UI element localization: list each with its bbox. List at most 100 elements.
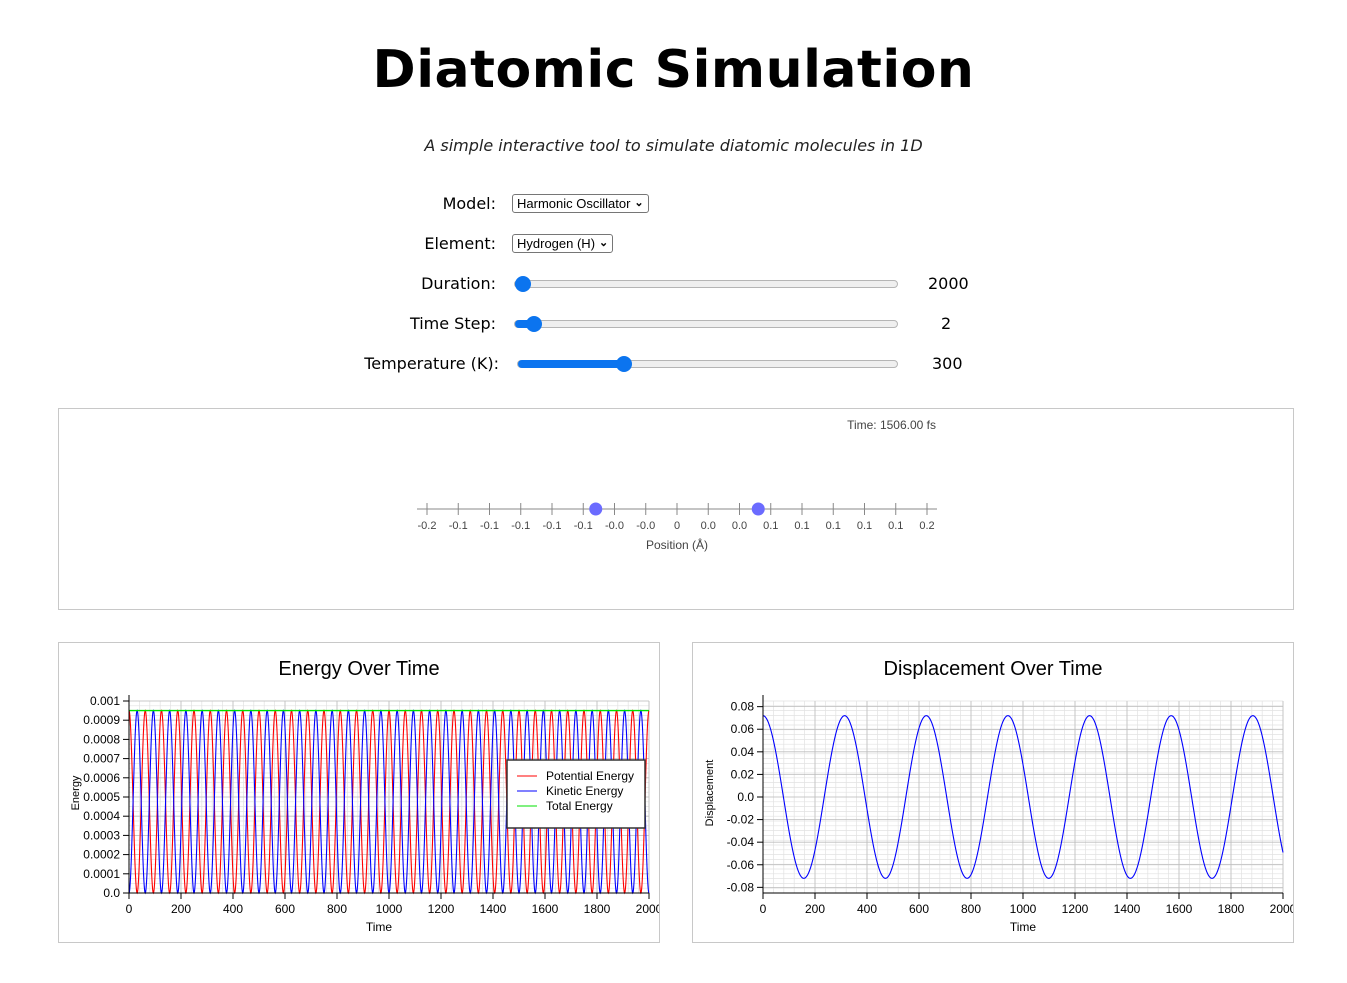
y-tick-label: -0.08 bbox=[727, 880, 755, 894]
y-tick-label: 0.001 bbox=[90, 694, 120, 708]
duration-slider[interactable] bbox=[514, 276, 898, 292]
y-tick-label: 0.0003 bbox=[83, 828, 120, 842]
y-tick-label: 0.0007 bbox=[83, 752, 120, 766]
y-tick-label: 0.0008 bbox=[83, 732, 120, 746]
x-tick-label: 1800 bbox=[1218, 902, 1245, 916]
position-tick-label: -0.1 bbox=[480, 520, 499, 532]
x-tick-label: 400 bbox=[857, 902, 877, 916]
displacement-chart: Displacement Over Time 0 200 400 600 800 1000… bbox=[704, 658, 1297, 934]
element-select[interactable]: Hydrogen (H) ⌄ bbox=[512, 234, 614, 253]
energy-xlabel: Time bbox=[366, 920, 393, 934]
position-tick-label: 0.2 bbox=[919, 520, 934, 532]
position-tick-label: -0.1 bbox=[574, 520, 593, 532]
time-readout: Time: 1506.00 fs bbox=[847, 418, 936, 432]
position-tick-label: 0.1 bbox=[826, 520, 841, 532]
atom bbox=[589, 502, 603, 516]
position-tick-label: 0.1 bbox=[763, 520, 778, 532]
x-tick-label: 1200 bbox=[428, 902, 455, 916]
x-tick-label: 1600 bbox=[1166, 902, 1193, 916]
element-select-value: Hydrogen (H) bbox=[517, 236, 596, 251]
x-tick-label: 1600 bbox=[532, 902, 559, 916]
x-tick-label: 200 bbox=[171, 902, 191, 916]
energy-legend: Potential Energy Kinetic Energy Total En… bbox=[506, 759, 646, 829]
displacement-grid bbox=[762, 700, 1284, 894]
displacement-ylabel: Displacement bbox=[704, 760, 716, 827]
temperature-slider-thumb[interactable] bbox=[616, 356, 632, 372]
x-tick-label: 200 bbox=[805, 902, 825, 916]
temperature-label: Temperature (K): bbox=[364, 354, 499, 373]
model-label: Model: bbox=[442, 194, 496, 213]
page-title: Diatomic Simulation bbox=[372, 40, 975, 100]
energy-chart-panel: Energy Over Time 0 200 400 600 800 1000 1200 14… bbox=[58, 642, 663, 943]
position-tick-label: 0.0 bbox=[732, 520, 747, 532]
y-tick-label: 0.0009 bbox=[83, 713, 120, 727]
position-tick-label: -0.1 bbox=[511, 520, 530, 532]
y-tick-label: 0.0004 bbox=[83, 809, 120, 823]
time-step-slider-thumb[interactable] bbox=[525, 316, 542, 332]
chevron-down-icon: ⌄ bbox=[599, 237, 609, 249]
position-tick-label: -0.0 bbox=[605, 520, 624, 532]
position-tick-label: 0.1 bbox=[857, 520, 872, 532]
legend-total: Total Energy bbox=[546, 799, 613, 813]
element-label: Element: bbox=[424, 234, 496, 253]
temperature-slider[interactable] bbox=[517, 356, 898, 372]
position-tick-label: -0.1 bbox=[543, 520, 562, 532]
y-tick-label: 0.04 bbox=[731, 745, 755, 759]
simulation-canvas: Time: 1506.00 fs -0.2 -0.1 -0.1 -0.1 -0.1 -0.… bbox=[417, 418, 937, 552]
duration-value: 2000 bbox=[928, 274, 969, 293]
y-tick-label: 0.0001 bbox=[83, 867, 120, 881]
displacement-chart-panel: Displacement Over Time 0 200 400 600 800 1000… bbox=[692, 642, 1297, 943]
x-tick-label: 1200 bbox=[1062, 902, 1089, 916]
position-tick-label: -0.0 bbox=[636, 520, 655, 532]
x-tick-label: 2000 bbox=[636, 902, 659, 916]
displacement-xlabel: Time bbox=[1010, 920, 1037, 934]
atom bbox=[751, 502, 765, 516]
position-axis-ticks: -0.2 -0.1 -0.1 -0.1 -0.1 -0.1 -0.0 -0.0 0 0.0 0.0 0… bbox=[418, 503, 935, 532]
x-tick-label: 2000 bbox=[1270, 902, 1293, 916]
position-axis-label: Position (Å) bbox=[646, 537, 708, 552]
y-tick-label: 0.0002 bbox=[83, 848, 120, 862]
position-tick-label: 0.1 bbox=[888, 520, 903, 532]
y-tick-label: -0.02 bbox=[727, 813, 755, 827]
y-tick-label: 0.08 bbox=[731, 700, 755, 714]
x-tick-label: 0 bbox=[760, 902, 767, 916]
position-tick-label: -0.2 bbox=[418, 520, 437, 532]
x-tick-label: 1400 bbox=[1114, 902, 1141, 916]
x-tick-label: 400 bbox=[223, 902, 243, 916]
duration-slider-thumb[interactable] bbox=[515, 276, 531, 292]
x-tick-label: 0 bbox=[126, 902, 133, 916]
legend-kinetic: Kinetic Energy bbox=[546, 784, 623, 798]
position-tick-label: 0.0 bbox=[701, 520, 716, 532]
duration-label: Duration: bbox=[421, 274, 496, 293]
model-select-value: Harmonic Oscillator bbox=[517, 196, 631, 211]
energy-ylabel: Energy bbox=[70, 775, 82, 810]
page-subtitle: A simple interactive tool to simulate di… bbox=[424, 136, 923, 155]
model-select[interactable]: Harmonic Oscillator ⌄ bbox=[512, 194, 649, 213]
time-step-value: 2 bbox=[941, 314, 952, 333]
x-tick-label: 1000 bbox=[1010, 902, 1037, 916]
time-step-slider[interactable] bbox=[514, 316, 898, 332]
y-tick-label: 0.02 bbox=[731, 767, 755, 781]
simulation-panel: Time: 1506.00 fs -0.2 -0.1 -0.1 -0.1 -0.1 -0.… bbox=[58, 408, 1294, 610]
energy-chart-title: Energy Over Time bbox=[278, 658, 439, 680]
position-tick-label: 0 bbox=[674, 520, 680, 532]
x-tick-label: 800 bbox=[961, 902, 981, 916]
y-tick-label: 0.0 bbox=[103, 886, 120, 900]
y-tick-label: 0.0 bbox=[737, 790, 754, 804]
x-tick-label: 600 bbox=[909, 902, 929, 916]
time-step-label: Time Step: bbox=[409, 314, 496, 333]
position-tick-label: -0.1 bbox=[449, 520, 468, 532]
y-tick-label: 0.0006 bbox=[83, 771, 120, 785]
legend-potential: Potential Energy bbox=[546, 769, 634, 783]
chevron-down-icon: ⌄ bbox=[634, 197, 644, 209]
x-tick-label: 1400 bbox=[480, 902, 507, 916]
x-tick-label: 1000 bbox=[376, 902, 403, 916]
temperature-value: 300 bbox=[932, 354, 963, 373]
y-tick-label: -0.04 bbox=[727, 835, 755, 849]
position-tick-label: 0.1 bbox=[794, 520, 809, 532]
temperature-slider-fill bbox=[518, 360, 624, 368]
energy-chart: Energy Over Time 0 200 400 600 800 1000 1200 14… bbox=[70, 658, 663, 934]
x-tick-label: 800 bbox=[327, 902, 347, 916]
displacement-axes: 0 200 400 600 800 1000 1200 1400 1600 1800 2000 -0.… bbox=[727, 695, 1297, 916]
x-tick-label: 1800 bbox=[584, 902, 611, 916]
